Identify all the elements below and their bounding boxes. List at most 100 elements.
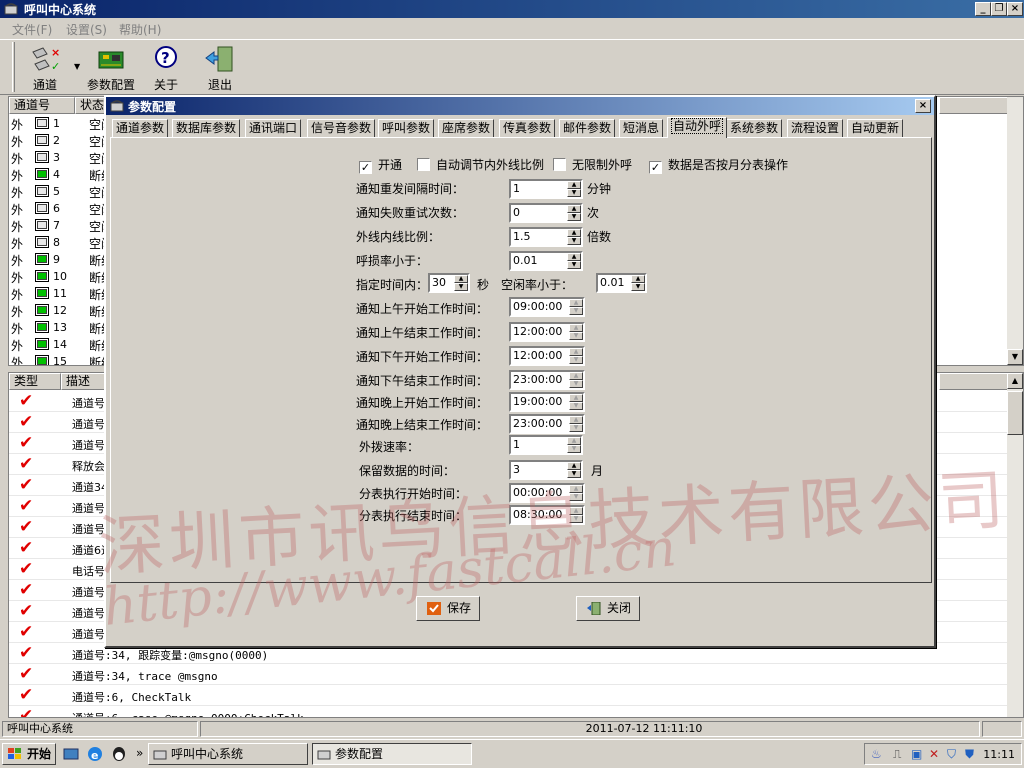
tray-network-icon[interactable]: ♨ [871,747,882,761]
tray-security-icon[interactable]: ⛊ [965,747,974,762]
tab-auto-update[interactable]: 自动更新 [847,119,904,137]
spin-down-icon[interactable]: ▼ [567,445,581,453]
clock[interactable]: 11:11 [983,748,1015,761]
column-header-blank[interactable] [939,97,1009,114]
pm-end-spinbox[interactable]: 23:00:00 ▲ ▼ [509,370,585,390]
about-button[interactable]: ? 关于 [150,44,182,93]
column-header-blank-2[interactable] [939,373,1009,390]
spin-up-icon[interactable]: ▲ [569,324,583,332]
retry-count-spinbox[interactable]: 0 ▲ ▼ [509,203,583,223]
quicklaunch-chevron-icon[interactable]: » [136,746,143,760]
log-scrollbar[interactable]: ▲ [1007,373,1023,717]
show-desktop-icon[interactable] [62,745,80,763]
close-dialog-button[interactable]: 关闭 [576,596,640,621]
spin-down-icon[interactable]: ▼ [567,189,581,197]
tab-fax-params[interactable]: 传真参数 [499,119,556,137]
tab-sms[interactable]: 短消息 [619,119,664,137]
tab-channel-params[interactable]: 通道参数 [112,119,169,137]
spin-up-icon[interactable]: ▲ [631,275,645,283]
log-row[interactable]: ✔ 通道号:6, case @msgno 0000:CheckTalk [9,706,1019,717]
spin-down-icon[interactable]: ▼ [567,261,581,269]
spin-up-icon[interactable]: ▲ [567,253,581,261]
spin-down-icon[interactable]: ▼ [569,307,583,315]
spin-up-icon[interactable]: ▲ [567,437,581,445]
spin-down-icon[interactable]: ▼ [569,356,583,364]
retain-spinbox[interactable]: 3 ▲ ▼ [509,460,583,480]
menu-file[interactable]: 文件(F) [12,21,52,38]
tray-monitor-icon[interactable]: ▣ [911,747,922,761]
param-config-button[interactable]: 参数配置 [86,44,136,93]
tab-signal-tone[interactable]: 信号音参数 [307,119,376,137]
tab-call-params[interactable]: 呼叫参数 [378,119,435,137]
tab-agent-params[interactable]: 座席参数 [438,119,495,137]
spin-down-icon[interactable]: ▼ [569,380,583,388]
tray-alert-icon[interactable]: ✕ [929,747,939,761]
spin-down-icon[interactable]: ▼ [567,470,581,478]
spin-up-icon[interactable]: ▲ [569,299,583,307]
tab-system-params[interactable]: 系统参数 [726,119,783,137]
menu-settings[interactable]: 设置(S) [66,21,107,38]
spin-up-icon[interactable]: ▲ [454,275,468,283]
pm-start-spinbox[interactable]: 12:00:00 ▲ ▼ [509,346,585,366]
spin-down-icon[interactable]: ▼ [567,213,581,221]
dial-rate-spinbox[interactable]: 1 ▲ ▼ [509,435,583,455]
log-scroll-up-button[interactable]: ▲ [1007,373,1023,389]
unlimited-dial-checkbox[interactable]: 无限制外呼 [553,156,632,173]
spin-down-icon[interactable]: ▼ [569,493,583,501]
dropdown-arrow-icon[interactable]: ▼ [74,62,80,71]
scroll-down-button[interactable]: ▼ [1007,349,1023,365]
spin-down-icon[interactable]: ▼ [454,283,468,291]
tab-auto-dial[interactable]: 自动外呼 [667,117,728,138]
log-scroll-thumb[interactable] [1007,391,1023,435]
spin-up-icon[interactable]: ▲ [567,181,581,189]
tray-usb-icon[interactable]: ⎍ [893,747,901,762]
column-header-type[interactable]: 类型 [9,373,61,390]
log-row[interactable]: ✔ 通道号:6, CheckTalk [9,685,1019,706]
split-start-spinbox[interactable]: 00:00:00 ▲ ▼ [509,483,585,503]
tab-comm-port[interactable]: 通讯端口 [245,119,302,137]
eve-end-spinbox[interactable]: 23:00:00 ▲ ▼ [509,414,585,434]
dialog-close-icon[interactable]: × [915,99,931,113]
tab-flow-settings[interactable]: 流程设置 [787,119,844,137]
channel-scrollbar[interactable]: ▼ [1007,97,1023,365]
spin-up-icon[interactable]: ▲ [569,394,583,402]
enable-checkbox[interactable]: ✓ 开通 [359,156,402,174]
tab-database-params[interactable]: 数据库参数 [172,119,241,137]
menu-help[interactable]: 帮助(H) [119,21,161,38]
spin-up-icon[interactable]: ▲ [569,348,583,356]
task-main-app[interactable]: 呼叫中心系统 [148,743,308,765]
ratio-spinbox[interactable]: 1.5 ▲ ▼ [509,227,583,247]
ie-icon[interactable]: e [86,745,104,763]
spin-down-icon[interactable]: ▼ [567,237,581,245]
exit-button[interactable]: 退出 [202,44,238,93]
spin-down-icon[interactable]: ▼ [569,332,583,340]
spin-up-icon[interactable]: ▲ [567,229,581,237]
tab-mail-params[interactable]: 邮件参数 [559,119,616,137]
minimize-button[interactable]: _ [975,2,991,16]
channel-button[interactable]: × ✓ 通道 [24,44,66,93]
qq-icon[interactable] [110,745,128,763]
spin-up-icon[interactable]: ▲ [569,485,583,493]
monthly-table-checkbox[interactable]: ✓ 数据是否按月分表操作 [649,156,788,174]
task-param-config[interactable]: 参数配置 [312,743,472,765]
tray-shield-icon[interactable]: ⛉ [947,747,956,762]
start-button[interactable]: 开始 [2,743,56,765]
time-window-spinbox[interactable]: 30 ▲ ▼ [428,273,470,293]
eve-start-spinbox[interactable]: 19:00:00 ▲ ▼ [509,392,585,412]
spin-down-icon[interactable]: ▼ [569,515,583,523]
spin-down-icon[interactable]: ▼ [569,402,583,410]
am-start-spinbox[interactable]: 09:00:00 ▲ ▼ [509,297,585,317]
spin-up-icon[interactable]: ▲ [569,372,583,380]
spin-up-icon[interactable]: ▲ [567,462,581,470]
log-row[interactable]: ✔ 通道号:34, trace @msgno [9,664,1019,685]
spin-up-icon[interactable]: ▲ [569,416,583,424]
restore-button[interactable]: ❐ [991,2,1007,16]
spin-down-icon[interactable]: ▼ [631,283,645,291]
column-header-desc[interactable]: 描述 [61,373,109,390]
spin-down-icon[interactable]: ▼ [569,424,583,432]
dialog-title-bar[interactable]: 参数配置 × [106,97,934,115]
save-button[interactable]: 保存 [416,596,480,621]
retry-interval-spinbox[interactable]: 1 ▲ ▼ [509,179,583,199]
column-header-channel[interactable]: 通道号 [9,97,75,114]
loss-rate-spinbox[interactable]: 0.01 ▲ ▼ [509,251,583,271]
